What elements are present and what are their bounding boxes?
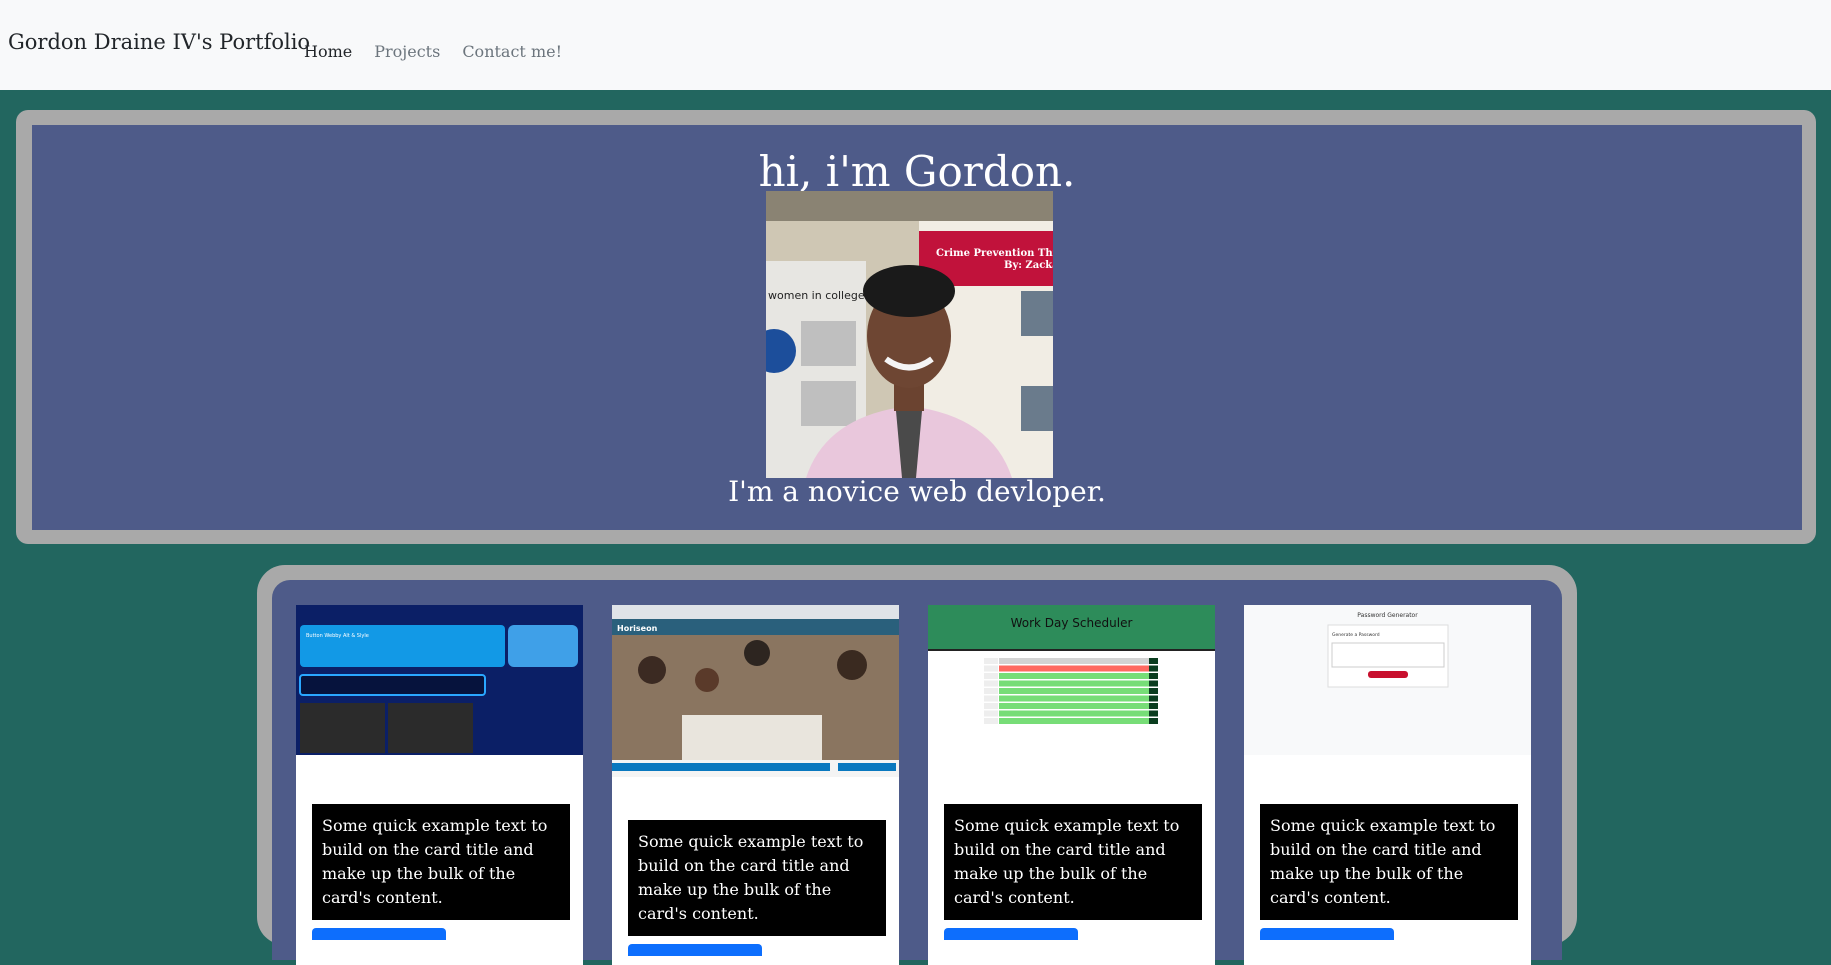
hero-subtitle: I'm a novice web devloper.: [728, 475, 1106, 508]
poster-text-right-author: By: Zackary: [1004, 260, 1053, 271]
project-card: Work Day Scheduler Some quick example te…: [928, 605, 1215, 965]
schedule-row: [999, 710, 1149, 717]
card-text: Some quick example text to build on the …: [944, 804, 1202, 920]
schedule-hour-label: [984, 688, 998, 694]
card-button[interactable]: [944, 928, 1078, 940]
schedule-hour-label: [984, 673, 998, 679]
schedule-save-button: [1149, 658, 1158, 664]
projects-frame: Button Webby Alt & Slyle Some quick exam…: [257, 565, 1577, 965]
card-text: Some quick example text to build on the …: [1260, 804, 1518, 920]
card-text: Some quick example text to build on the …: [312, 804, 570, 920]
project-card: Password Generator Generate a Password S…: [1244, 605, 1531, 965]
thumb-title: Button Webby Alt & Slyle: [306, 633, 369, 639]
schedule-save-button: [1149, 695, 1158, 702]
schedule-row: [999, 688, 1149, 694]
schedule-row: [999, 658, 1149, 664]
schedule-save-button: [1149, 673, 1158, 679]
schedule-hour-label: [984, 658, 998, 664]
hero-section: hi, i'm Gordon. women in college Crime P…: [32, 125, 1802, 530]
project-thumbnail[interactable]: Work Day Scheduler: [928, 605, 1215, 755]
schedule-hour-label: [984, 680, 998, 687]
schedule-hour-label: [984, 695, 998, 702]
thumb-title: Horiseon: [617, 624, 658, 633]
schedule-save-button: [1149, 718, 1158, 724]
card-button[interactable]: [628, 944, 762, 956]
thumb-title: Password Generator: [1357, 612, 1418, 619]
schedule-save-button: [1149, 688, 1158, 694]
card-button[interactable]: [1260, 928, 1394, 940]
projects-section: Button Webby Alt & Slyle Some quick exam…: [272, 580, 1562, 965]
poster-text-left: women in college: [768, 289, 865, 302]
nav-link-contact[interactable]: Contact me!: [462, 42, 562, 61]
schedule-save-button: [1149, 710, 1158, 717]
profile-photo: women in college Crime Prevention Throug…: [766, 191, 1053, 478]
hero-frame: hi, i'm Gordon. women in college Crime P…: [16, 110, 1816, 544]
schedule-row: [999, 703, 1149, 709]
nav-link-home[interactable]: Home: [304, 42, 352, 61]
schedule-save-button: [1149, 665, 1158, 672]
schedule-row: [999, 695, 1149, 702]
project-card: Button Webby Alt & Slyle Some quick exam…: [296, 605, 583, 965]
navbar: Gordon Draine IV's Portfolio Home Projec…: [0, 0, 1831, 90]
project-thumbnail[interactable]: Button Webby Alt & Slyle: [296, 605, 583, 755]
card-button[interactable]: [312, 928, 446, 940]
schedule-row: [999, 673, 1149, 679]
project-card: Horiseon Some quick example text to buil…: [612, 605, 899, 965]
project-thumbnail[interactable]: Horiseon: [612, 605, 899, 777]
nav-link-projects[interactable]: Projects: [374, 42, 440, 61]
schedule-row: [999, 718, 1149, 724]
schedule-hour-label: [984, 710, 998, 717]
hero-title: hi, i'm Gordon.: [758, 147, 1076, 196]
schedule-save-button: [1149, 703, 1158, 709]
schedule-hour-label: [984, 665, 998, 672]
schedule-row: [999, 680, 1149, 687]
card-text: Some quick example text to build on the …: [628, 820, 886, 936]
thumb-subtitle: Generate a Password: [1332, 632, 1380, 638]
schedule-save-button: [1149, 680, 1158, 687]
schedule-row: [999, 665, 1149, 672]
schedule-hour-label: [984, 703, 998, 709]
nav-links: Home Projects Contact me!: [304, 42, 562, 61]
thumb-title: Work Day Scheduler: [1011, 616, 1133, 630]
poster-text-right: Crime Prevention Through En: [936, 248, 1053, 259]
schedule-hour-label: [984, 718, 998, 724]
brand-link[interactable]: Gordon Draine IV's Portfolio: [8, 30, 310, 54]
project-thumbnail[interactable]: Password Generator Generate a Password: [1244, 605, 1531, 755]
